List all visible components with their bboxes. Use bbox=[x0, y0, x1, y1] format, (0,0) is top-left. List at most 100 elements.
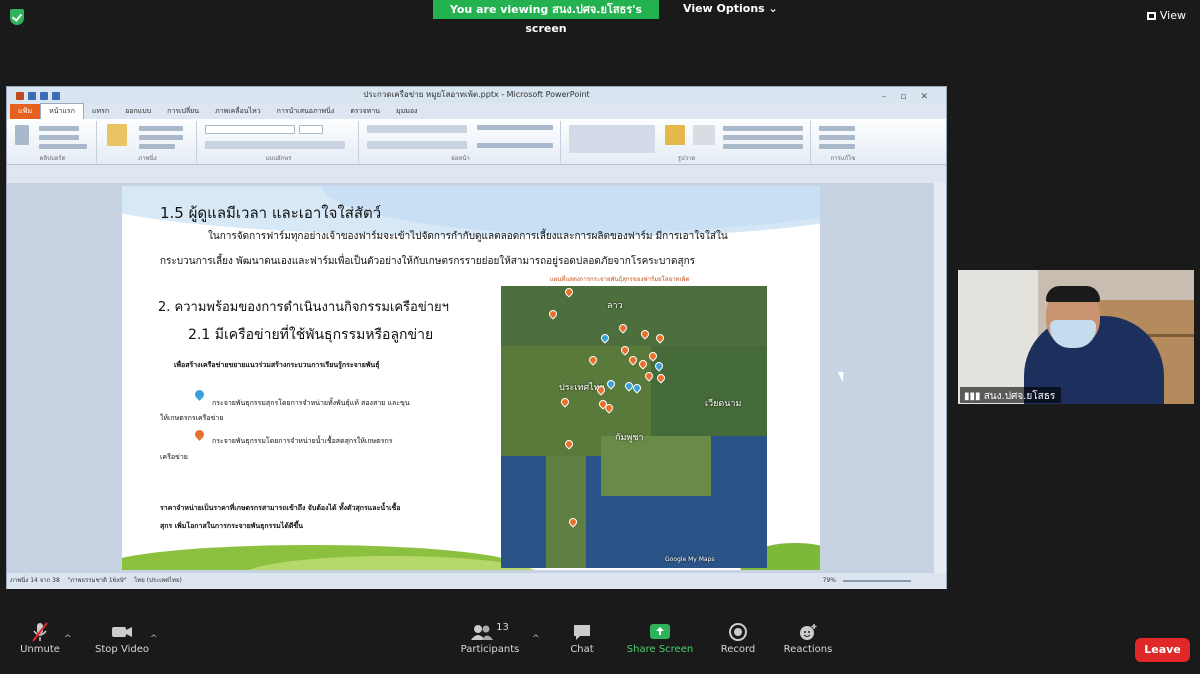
quick-access-toolbar[interactable] bbox=[10, 90, 70, 100]
ppt-status-bar: ภาพนิ่ง 14 จาก 38 "ภาพธรรมชาติ 16x9" ไทย… bbox=[7, 573, 946, 589]
tab-view[interactable]: มุมมอง bbox=[388, 104, 425, 119]
view-options-button[interactable]: View Options ⌄ bbox=[683, 2, 778, 15]
security-shield-icon[interactable] bbox=[10, 9, 24, 25]
participant-hair bbox=[1046, 286, 1100, 302]
shape-fill-icon[interactable] bbox=[723, 126, 803, 131]
font-size-input[interactable] bbox=[299, 125, 323, 134]
unmute-label: Unmute bbox=[20, 644, 60, 655]
top-bar: You are viewing สนง.ปศจ.ยโสธร's screen V… bbox=[0, 0, 1200, 35]
text-direction-icon[interactable] bbox=[477, 125, 553, 130]
shape-outline-icon[interactable] bbox=[723, 135, 803, 140]
video-camera-icon bbox=[112, 627, 132, 637]
grid-icon bbox=[1146, 12, 1156, 20]
list-buttons[interactable] bbox=[367, 125, 467, 133]
view-button-label: View bbox=[1159, 9, 1186, 22]
arrange-icon[interactable] bbox=[665, 125, 685, 145]
share-screen-icon bbox=[650, 624, 670, 639]
tab-insert[interactable]: แทรก bbox=[84, 104, 117, 119]
view-button[interactable]: View bbox=[1146, 9, 1186, 22]
font-name-input[interactable] bbox=[205, 125, 295, 134]
powerpoint-window: ประกวดเครือข่าย หมูยโสอาทเพ้ต.pptx - Mic… bbox=[6, 86, 947, 589]
align-buttons[interactable] bbox=[367, 141, 467, 149]
meeting-toolbar: Unmute ^ Stop Video ^ 13 Participants ^ … bbox=[0, 612, 1200, 674]
tab-slideshow[interactable]: การนำเสนอภาพนิ่ง bbox=[269, 104, 343, 119]
participants-button[interactable]: 13 Participants bbox=[445, 620, 535, 656]
zoom-slider[interactable] bbox=[843, 580, 911, 582]
blue-pin-icon bbox=[191, 386, 208, 403]
select-icon[interactable] bbox=[819, 144, 855, 149]
share-screen-button[interactable]: Share Screen bbox=[615, 620, 705, 655]
smiley-plus-icon bbox=[800, 624, 817, 640]
ribbon-group-font: แบบอักษร bbox=[199, 121, 359, 163]
land-area bbox=[546, 456, 586, 568]
orange-pin-icon bbox=[191, 426, 208, 443]
group-label: แบบอักษร bbox=[265, 155, 292, 162]
unmute-button[interactable]: Unmute bbox=[0, 620, 85, 655]
undo-icon bbox=[40, 92, 48, 100]
stop-video-label: Stop Video bbox=[95, 644, 149, 655]
tab-design[interactable]: ออกแบบ bbox=[117, 104, 159, 119]
cut-icon[interactable] bbox=[39, 126, 79, 131]
smartart-icon[interactable] bbox=[477, 143, 553, 148]
group-label: คลิปบอร์ด bbox=[39, 155, 66, 162]
video-options-caret-icon[interactable]: ^ bbox=[150, 634, 158, 644]
save-icon bbox=[28, 92, 36, 100]
vertical-scrollbar[interactable] bbox=[934, 183, 946, 573]
slide-canvas[interactable]: 1.5 ผู้ดูแลมีเวลา และเอาใจใส่สัตว์ ในการ… bbox=[122, 186, 820, 570]
muted-mic-icon bbox=[32, 622, 48, 642]
participant-name: สนง.ปศจ.ยโสธร bbox=[983, 391, 1056, 402]
format-painter-icon[interactable] bbox=[39, 144, 87, 149]
slide-paragraph-line-2: กระบวนการเลี้ยง พัฒนาตนเองและฟาร์มเพื่อเ… bbox=[160, 256, 695, 267]
shape-effects-icon[interactable] bbox=[723, 144, 803, 149]
find-icon[interactable] bbox=[819, 126, 855, 131]
chat-button[interactable]: Chat bbox=[537, 620, 627, 655]
window-controls[interactable]: –▫✕ bbox=[882, 89, 942, 105]
reset-icon[interactable] bbox=[139, 135, 183, 140]
ribbon-group-clipboard: คลิปบอร์ด bbox=[9, 121, 97, 163]
ribbon-group-drawing: รูปวาด bbox=[563, 121, 811, 163]
chat-bubble-icon bbox=[574, 625, 590, 640]
powerpoint-app-icon bbox=[16, 92, 24, 100]
slide-footer-line-1: ราคาจำหน่ายเป็นราคาที่เกษตรกรสามารถเข้าถ… bbox=[160, 504, 401, 512]
reactions-button[interactable]: Reactions bbox=[763, 620, 853, 655]
tab-animations[interactable]: ภาพเคลื่อนไหว bbox=[207, 104, 269, 119]
tab-home[interactable]: หน้าแรก bbox=[40, 103, 84, 119]
slide-counter: ภาพนิ่ง 14 จาก 38 bbox=[10, 577, 60, 584]
map-attribution: Google My Maps bbox=[665, 556, 715, 563]
ribbon-tabs: แฟ้ม หน้าแรก แทรก ออกแบบ การเปลี่ยน ภาพเ… bbox=[7, 103, 946, 119]
ppt-window-title: ประกวดเครือข่าย หมูยโสอาทเพ้ต.pptx - Mic… bbox=[363, 90, 590, 99]
participant-name-label: ▮▮▮ สนง.ปศจ.ยโสธร bbox=[960, 387, 1062, 403]
font-format-buttons[interactable] bbox=[205, 141, 345, 149]
record-icon bbox=[729, 623, 747, 641]
group-label: ภาพนิ่ง bbox=[138, 155, 157, 162]
zoom-level[interactable]: 79% bbox=[823, 573, 836, 589]
participant-video[interactable] bbox=[958, 270, 1194, 404]
chat-label: Chat bbox=[570, 644, 594, 655]
map-label-vietnam: เวียดนาม bbox=[705, 399, 742, 409]
group-label: ย่อหน้า bbox=[451, 155, 470, 162]
shapes-gallery[interactable] bbox=[569, 125, 655, 153]
legend-blue-line-2: ให้เกษตรกรเครือข่าย bbox=[160, 414, 224, 422]
legend-orange-line-2: เครือข่าย bbox=[160, 453, 188, 461]
tab-file[interactable]: แฟ้ม bbox=[10, 104, 41, 119]
viewing-banner: You are viewing สนง.ปศจ.ยโสธร's screen bbox=[433, 0, 659, 35]
audio-options-caret-icon[interactable]: ^ bbox=[64, 634, 72, 644]
participants-icon bbox=[471, 625, 494, 640]
ribbon-group-paragraph: ย่อหน้า bbox=[361, 121, 561, 163]
theme-name: "ภาพธรรมชาติ 16x9" bbox=[67, 577, 127, 584]
quick-styles-icon[interactable] bbox=[693, 125, 715, 145]
group-label: รูปวาด bbox=[677, 155, 696, 162]
slide-heading-2: 2. ความพร้อมของการดำเนินงานกิจกรรมเครือข… bbox=[158, 300, 449, 315]
ribbon-group-slides: ภาพนิ่ง bbox=[99, 121, 197, 163]
copy-icon[interactable] bbox=[39, 135, 79, 140]
slide-footer-line-2: สุกร เพิ่มโอกาสในการกระจายพันธุกรรมได้ดี… bbox=[160, 522, 303, 530]
tab-transitions[interactable]: การเปลี่ยน bbox=[159, 104, 207, 119]
section-icon[interactable] bbox=[139, 144, 175, 149]
layout-icon[interactable] bbox=[139, 126, 183, 131]
share-screen-label: Share Screen bbox=[626, 644, 694, 655]
leave-button[interactable]: Leave bbox=[1135, 638, 1190, 662]
new-slide-icon[interactable] bbox=[107, 124, 127, 146]
tab-review[interactable]: ตรวจทาน bbox=[342, 104, 388, 119]
replace-icon[interactable] bbox=[819, 135, 855, 140]
paste-icon[interactable] bbox=[15, 125, 29, 145]
